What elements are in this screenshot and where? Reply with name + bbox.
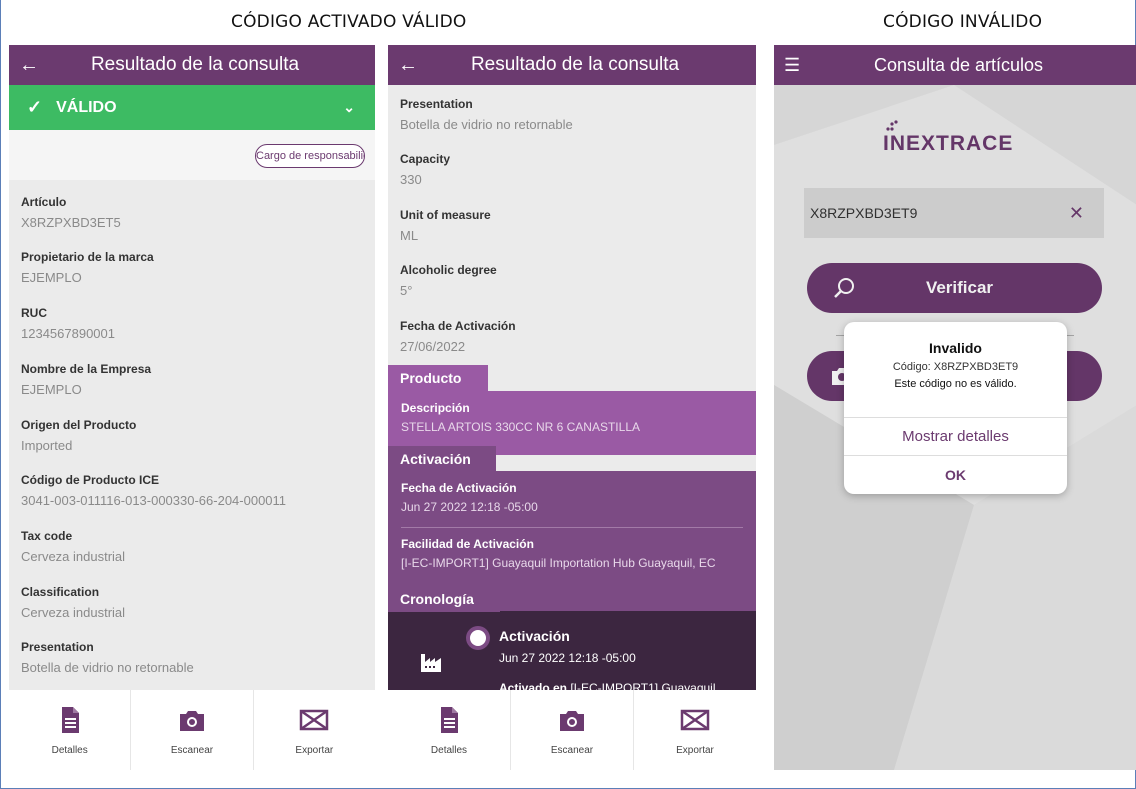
factory-icon bbox=[421, 654, 441, 672]
field-capacity: Capacity 330 bbox=[400, 152, 451, 187]
field-unit: Unit of measure ML bbox=[400, 208, 491, 243]
dialog-code: Código: X8RZPXBD3ET9 bbox=[892, 361, 1019, 373]
cronologia-tab: Cronología bbox=[388, 586, 500, 612]
show-details-button[interactable]: Mostrar detalles bbox=[844, 417, 1067, 455]
nav-export[interactable]: Exportar bbox=[634, 690, 756, 770]
screen-valid-detail: ← Resultado de la consulta Presentation … bbox=[388, 45, 756, 770]
field-classification: Classification Cerveza industrial bbox=[21, 585, 126, 620]
field-articulo: Artículo X8RZPXBD3ET5 bbox=[21, 195, 121, 230]
back-arrow-icon[interactable]: ← bbox=[388, 54, 418, 77]
nav-scan[interactable]: Escanear bbox=[511, 690, 634, 770]
nav-scan[interactable]: Escanear bbox=[131, 690, 254, 770]
caption-valid: CÓDIGO ACTIVADO VÁLIDO bbox=[231, 12, 467, 32]
field-alcohol: Alcoholic degree 5° bbox=[400, 263, 497, 298]
field-empresa: Nombre de la Empresa EJEMPLO bbox=[21, 362, 152, 397]
nav-export[interactable]: Exportar bbox=[254, 690, 375, 770]
back-arrow-icon[interactable]: ← bbox=[9, 54, 39, 77]
responsibility-button[interactable]: Cargo de responsabilidad bbox=[255, 144, 365, 168]
bottom-nav: Detalles Escanear Exportar bbox=[388, 690, 756, 770]
timeline-dot-icon bbox=[466, 626, 490, 650]
nav-details[interactable]: Detalles bbox=[388, 690, 511, 770]
app-bar: ← Resultado de la consulta bbox=[9, 45, 375, 85]
screen-invalid: ☰ Consulta de artículos INEXTRACE X8RZPX… bbox=[774, 45, 1136, 770]
envelope-icon bbox=[300, 709, 329, 730]
ok-button[interactable]: OK bbox=[844, 455, 1067, 494]
status-label: VÁLIDO bbox=[56, 98, 117, 116]
bottom-nav: Detalles Escanear Exportar bbox=[9, 690, 375, 770]
document-icon bbox=[61, 706, 79, 733]
field-presentation: Presentation Botella de vidrio no retorn… bbox=[400, 97, 573, 132]
envelope-icon bbox=[680, 709, 710, 730]
screen-valid-summary: ← Resultado de la consulta ✓ VÁLIDO ⌄ Ca… bbox=[9, 45, 375, 770]
page-title: Resultado de la consulta bbox=[470, 54, 680, 75]
event-date: Jun 27 2022 12:18 -05:00 bbox=[499, 651, 636, 665]
document-icon bbox=[441, 706, 458, 733]
page-title: Consulta de artículos bbox=[873, 54, 1044, 75]
field-origen: Origen del Producto Imported bbox=[21, 418, 137, 453]
app-bar: ☰ Consulta de artículos bbox=[774, 45, 1136, 85]
field-ruc: RUC 1234567890001 bbox=[21, 306, 115, 341]
invalid-dialog: Invalido Código: X8RZPXBD3ET9 Este códig… bbox=[844, 322, 1067, 494]
caption-invalid: CÓDIGO INVÁLIDO bbox=[883, 12, 1043, 32]
event-title: Activación bbox=[499, 628, 570, 644]
menu-icon[interactable]: ☰ bbox=[774, 55, 804, 76]
chevron-down-icon[interactable]: ⌄ bbox=[343, 99, 375, 116]
page-title: Resultado de la consulta bbox=[90, 54, 300, 75]
nav-details[interactable]: Detalles bbox=[9, 690, 132, 770]
stage: CÓDIGO ACTIVADO VÁLIDO CÓDIGO INVÁLIDO ←… bbox=[0, 0, 1136, 789]
camera-icon bbox=[560, 710, 584, 731]
app-bar: ← Resultado de la consulta bbox=[388, 45, 756, 85]
dialog-message: Este código no es válido. bbox=[894, 378, 1017, 390]
check-icon: ✓ bbox=[27, 97, 43, 117]
field-codigo-ice: Código de Producto ICE 3041-003-011116-0… bbox=[21, 473, 287, 508]
dialog-title: Invalido bbox=[929, 340, 982, 356]
status-banner[interactable]: ✓ VÁLIDO ⌄ bbox=[9, 85, 375, 130]
producto-tab: Producto bbox=[388, 365, 488, 391]
field-fecha-activacion: Fecha de Activación 27/06/2022 bbox=[400, 319, 516, 354]
field-propietario: Propietario de la marca EJEMPLO bbox=[21, 250, 154, 285]
responsibility-area: Cargo de responsabilidad bbox=[9, 130, 375, 180]
field-presentation: Presentation Botella de vidrio no retorn… bbox=[21, 640, 194, 675]
camera-icon bbox=[179, 710, 204, 731]
field-tax-code: Tax code Cerveza industrial bbox=[21, 529, 126, 564]
activacion-tab: Activación bbox=[388, 446, 496, 472]
